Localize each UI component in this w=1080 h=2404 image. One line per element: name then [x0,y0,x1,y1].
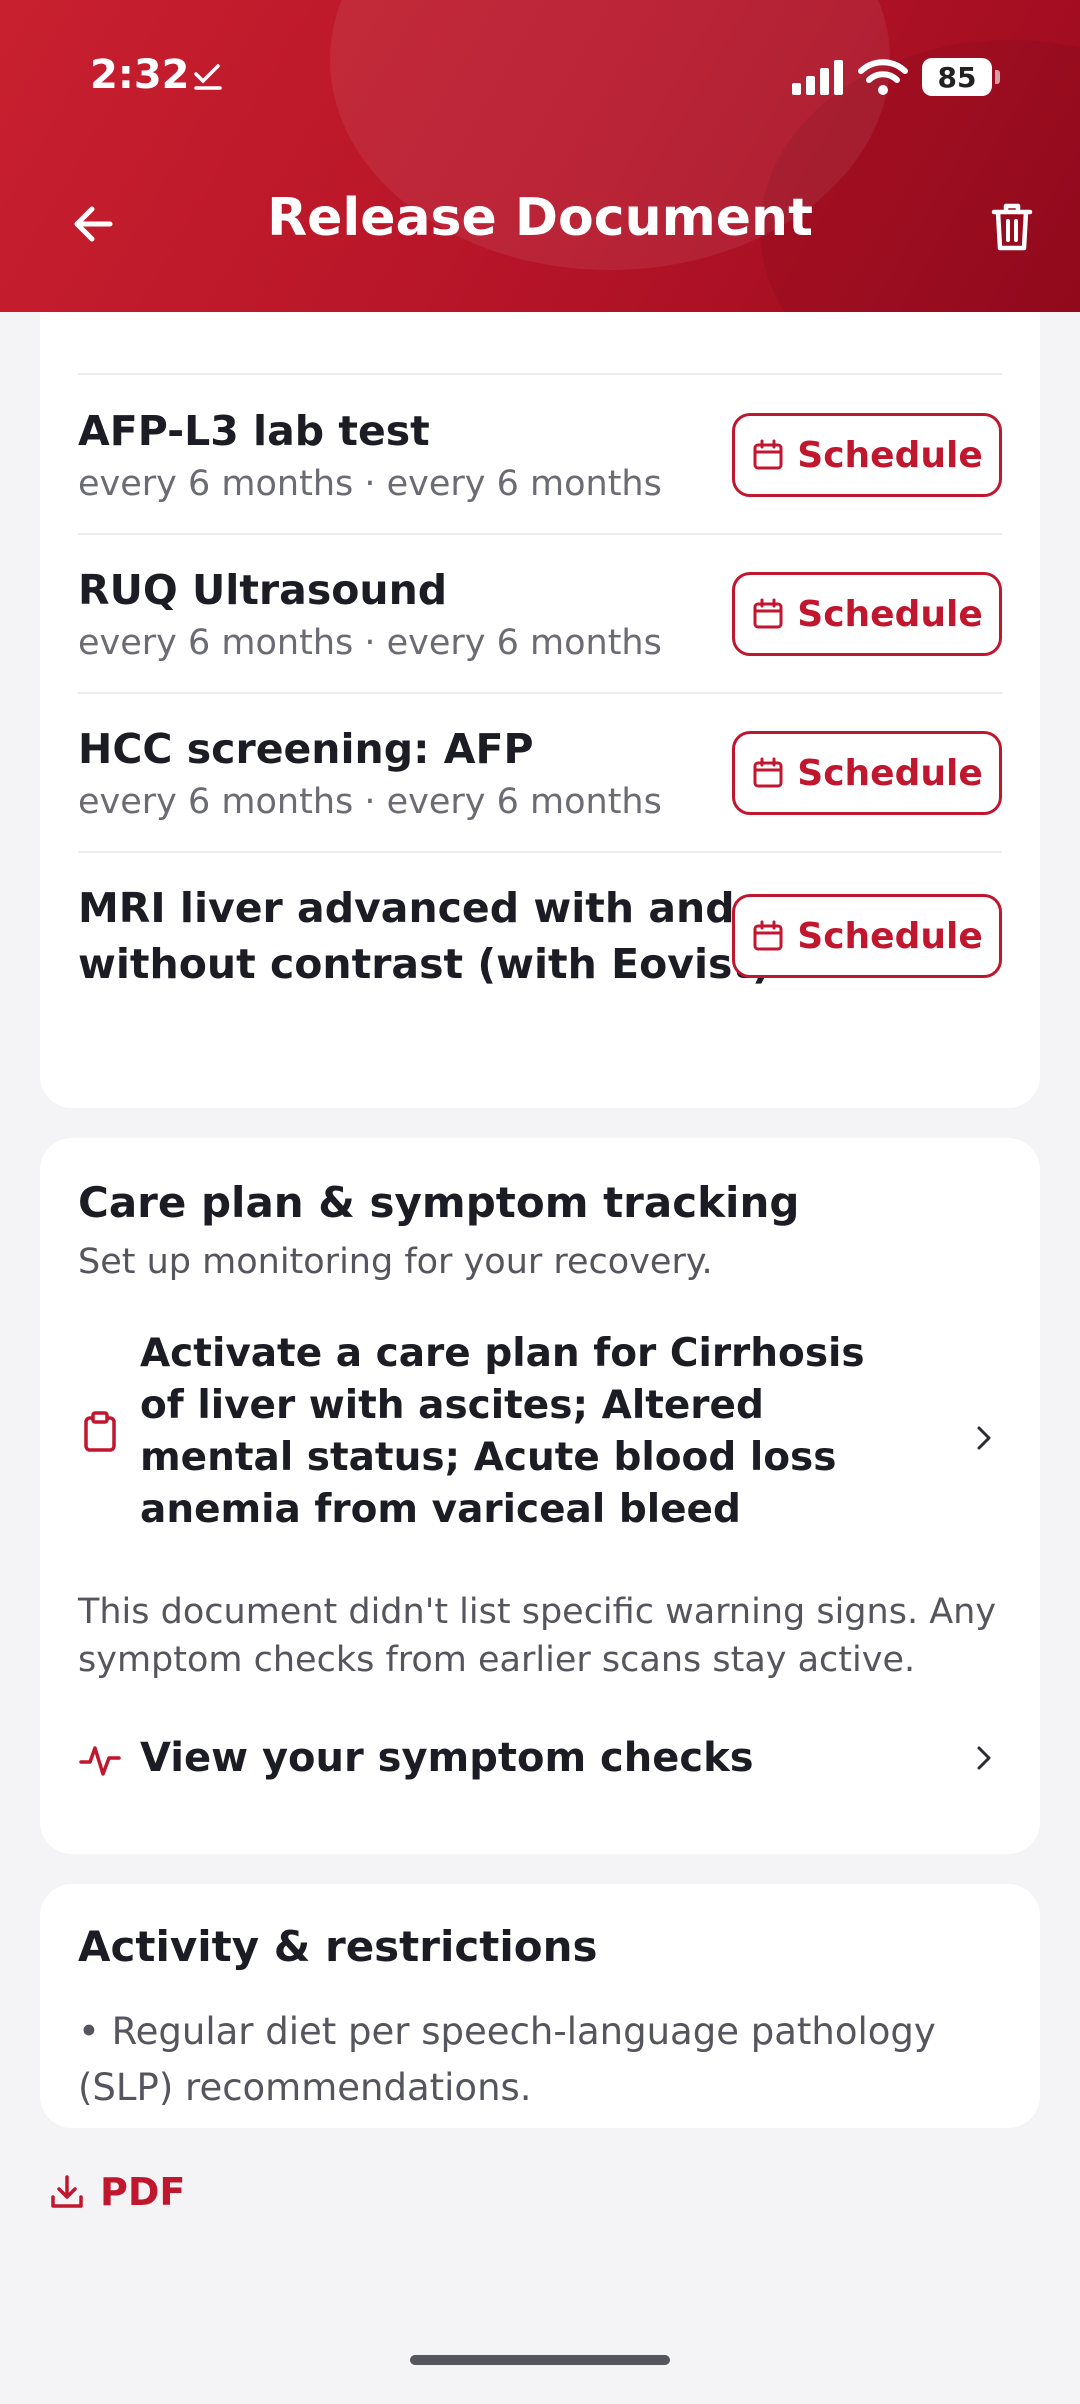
list-item: HCC screening: AFP every 6 months · ever… [78,721,1002,831]
view-symptom-checks-row[interactable]: View your symptom checks [78,1728,1002,1788]
section-title: Care plan & symptom tracking [78,1178,800,1227]
schedule-button[interactable]: Schedule [732,731,1002,815]
divider [78,692,1002,694]
activity-pulse-icon [79,1746,121,1776]
activity-restrictions-card: Activity & restrictions • Regular diet p… [40,1884,1040,2128]
pdf-label: PDF [100,2170,186,2214]
status-time: 2:32 [90,52,190,98]
calendar-icon [753,757,783,788]
pdf-download-link[interactable]: PDF [48,2170,185,2214]
divider [78,533,1002,535]
calendar-icon [753,439,783,470]
wifi-icon [858,59,908,95]
list-item: MRI liver advanced with and without cont… [78,880,1002,992]
checkmark-icon [194,64,222,90]
divider [78,851,1002,853]
view-symptom-checks-label: View your symptom checks [140,1735,754,1781]
chevron-right-icon [977,1746,991,1770]
arrow-left-icon[interactable] [66,196,122,252]
section-title: Activity & restrictions [78,1922,598,1971]
chevron-right-icon [977,1426,991,1450]
battery-indicator: 85 [922,58,1000,96]
clipboard-icon [84,1411,116,1452]
section-subtitle: Set up monitoring for your recovery. [78,1242,713,1282]
download-icon [51,2175,83,2208]
app-header: 2:32 85 Release Document [0,0,1080,312]
trash-icon[interactable] [982,196,1042,256]
restrictions-text: • Regular diet per speech-language patho… [78,2010,936,2109]
divider [78,373,1002,375]
schedule-label: Schedule [797,593,983,635]
schedule-label: Schedule [797,915,983,957]
schedule-button[interactable]: Schedule [732,572,1002,656]
schedule-label: Schedule [797,434,983,476]
signal-icon [792,60,843,95]
schedule-button[interactable]: Schedule [732,413,1002,497]
warning-signs-note: This document didn't list specific warni… [78,1592,997,1680]
care-plan-card: Care plan & symptom tracking Set up moni… [40,1138,1040,1854]
activate-care-plan-row[interactable]: Activate a care plan for Cirrhosis of li… [78,1328,1002,1548]
schedule-button[interactable]: Schedule [732,894,1002,978]
followup-tests-card: AFP-L3 lab test every 6 months · every 6… [40,248,1040,1108]
schedule-label: Schedule [797,752,983,794]
calendar-icon [753,920,783,951]
calendar-icon [753,598,783,629]
activate-care-plan-text: Activate a care plan for Cirrhosis of li… [140,1331,865,1532]
list-item: AFP-L3 lab test every 6 months · every 6… [78,403,1002,513]
list-item: RUQ Ultrasound every 6 months · every 6 … [78,562,1002,672]
home-indicator[interactable] [410,2355,670,2365]
status-indicators: 85 [792,58,1000,96]
